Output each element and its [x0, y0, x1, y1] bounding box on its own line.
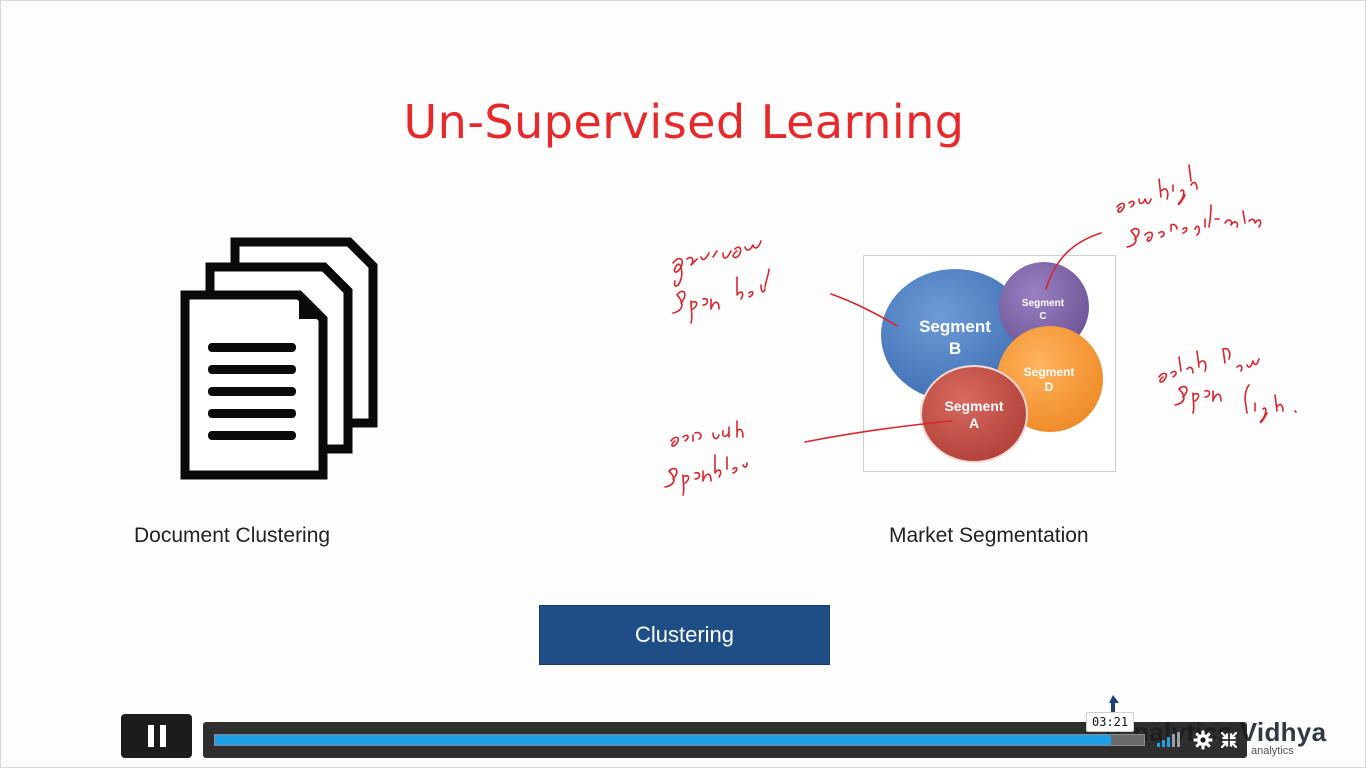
segmentation-diagram: Segment B Segment C Segment D Segment A	[881, 262, 1103, 463]
segment-b-label: Segment	[919, 317, 991, 336]
time-tooltip: 03:21	[1086, 712, 1135, 732]
segment-b-letter: B	[949, 339, 961, 358]
brand-tagline: analytics	[1251, 745, 1294, 757]
progress-fill	[215, 735, 1112, 745]
document-clustering-caption: Document Clustering	[134, 524, 331, 547]
clustering-box: Clustering	[539, 605, 830, 665]
segment-c-label: Segment	[1022, 298, 1065, 309]
pause-icon	[147, 725, 166, 747]
document-stack-icon	[180, 237, 378, 480]
segment-a-circle	[920, 365, 1028, 463]
slide-title: Un-Supervised Learning	[403, 95, 965, 149]
segment-a-letter: A	[969, 415, 979, 431]
gear-icon[interactable]	[1193, 730, 1213, 750]
video-player-stage[interactable]: Un-Supervised Learning Document Clusteri…	[0, 0, 1366, 768]
segment-a-label: Segment	[944, 398, 1003, 414]
segment-c-letter: C	[1039, 311, 1046, 322]
segment-d-letter: D	[1045, 380, 1054, 394]
fullscreen-exit-icon[interactable]	[1221, 732, 1237, 748]
segment-d-label: Segment	[1024, 365, 1075, 379]
progress-bar[interactable]	[214, 734, 1145, 746]
pause-button[interactable]	[121, 714, 192, 758]
market-segmentation-caption: Market Segmentation	[889, 524, 1089, 547]
volume-icon[interactable]	[1156, 732, 1182, 748]
